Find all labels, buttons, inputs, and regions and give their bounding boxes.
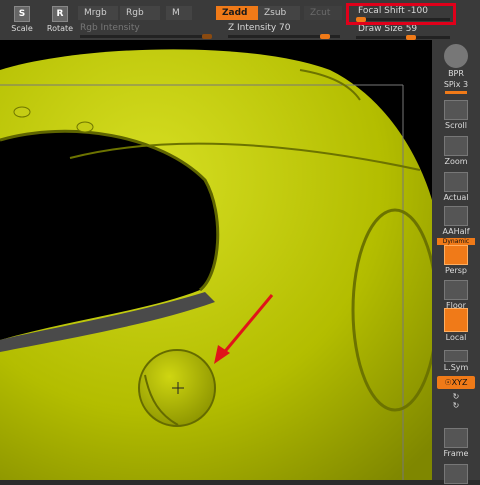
bpr-label: BPR xyxy=(448,69,464,78)
bpr-button[interactable]: BPR xyxy=(437,44,475,78)
floor-button[interactable]: Floor xyxy=(437,280,475,310)
mrgb-button[interactable]: Mrgb xyxy=(78,6,118,20)
scale-label: Scale xyxy=(11,24,33,33)
rgb-intensity-slider[interactable] xyxy=(80,35,210,38)
focal-shift-highlight-box xyxy=(346,3,456,25)
bpr-icon xyxy=(444,44,468,68)
rotate-label: Rotate xyxy=(46,24,74,33)
rotate-z-icon: ↻ xyxy=(452,401,460,410)
rotation-icons: ↻ ↻ xyxy=(437,392,475,420)
scroll-icon xyxy=(444,100,468,120)
zoom-icon xyxy=(444,136,468,156)
right-shelf: BPR SPix 3 Scroll Zoom Actual AAHalf Dyn… xyxy=(432,40,480,484)
lsym-icon xyxy=(444,350,468,362)
spix-slider[interactable] xyxy=(445,91,467,94)
move-button[interactable] xyxy=(437,464,475,485)
frame-label: Frame xyxy=(443,449,469,458)
m-button[interactable]: M xyxy=(166,6,192,20)
zcut-button[interactable]: Zcut xyxy=(304,6,342,20)
rotate-icon: R xyxy=(52,6,68,22)
dynamic-label: Dynamic xyxy=(437,238,475,245)
draw-size-slider[interactable] xyxy=(356,36,450,39)
actual-button[interactable]: Actual xyxy=(437,172,475,202)
aahalf-icon xyxy=(444,206,468,226)
draw-size-label: Draw Size 59 xyxy=(358,24,418,34)
viewport-canvas[interactable] xyxy=(0,40,432,480)
frame-icon xyxy=(444,428,468,448)
lsym-button[interactable]: L.Sym xyxy=(437,350,475,372)
xyz-button[interactable]: ☉XYZ xyxy=(437,376,475,389)
aahalf-label: AAHalf xyxy=(442,227,470,236)
actual-label: Actual xyxy=(443,193,469,202)
z-intensity-label: Z Intensity 70 xyxy=(228,23,291,33)
scroll-label: Scroll xyxy=(445,121,467,130)
frame-button[interactable]: Frame xyxy=(437,428,475,458)
aahalf-button[interactable]: AAHalf xyxy=(437,206,475,236)
spix-label: SPix 3 xyxy=(443,80,469,89)
rgb-button[interactable]: Rgb xyxy=(120,6,160,20)
persp-icon xyxy=(444,245,468,265)
floor-icon xyxy=(444,280,468,300)
rotate-y-icon: ↻ xyxy=(452,392,460,401)
top-toolbar: S Scale R Rotate Mrgb Rgb M Zadd Zsub Zc… xyxy=(0,0,480,40)
scale-tool[interactable]: S Scale xyxy=(2,6,42,33)
model-render xyxy=(0,49,432,480)
persp-label: Persp xyxy=(445,266,467,275)
move-icon xyxy=(444,464,468,484)
zoom-button[interactable]: Zoom xyxy=(437,136,475,166)
lsym-label: L.Sym xyxy=(443,363,469,372)
rgb-intensity-knob[interactable] xyxy=(202,34,212,39)
z-intensity-knob[interactable] xyxy=(320,34,330,39)
local-icon xyxy=(444,308,468,332)
local-label: Local xyxy=(445,333,467,342)
zsub-button[interactable]: Zsub xyxy=(258,6,300,20)
persp-button[interactable]: Dynamic Persp xyxy=(437,238,475,275)
rotate-tool[interactable]: R Rotate xyxy=(40,6,80,33)
spix-control[interactable]: SPix 3 xyxy=(437,80,475,94)
local-button[interactable]: Local xyxy=(437,308,475,342)
rgb-intensity-label: Rgb Intensity xyxy=(80,23,140,33)
scale-icon: S xyxy=(14,6,30,22)
zoom-label: Zoom xyxy=(444,157,468,166)
scroll-button[interactable]: Scroll xyxy=(437,100,475,130)
zadd-button[interactable]: Zadd xyxy=(216,6,258,20)
actual-icon xyxy=(444,172,468,192)
